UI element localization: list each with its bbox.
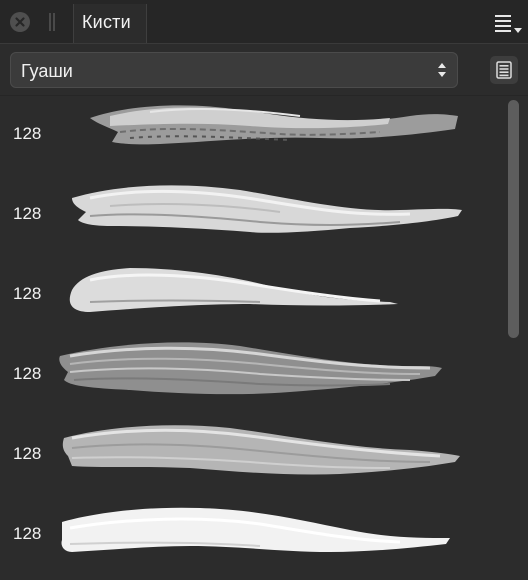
gouache-bristle-stroke-preview [59,342,443,395]
brush-item[interactable]: 128 [0,336,506,416]
brush-size-label: 128 [13,444,42,463]
brush-item[interactable]: 128 [0,416,506,496]
brush-size-label: 128 [13,364,42,383]
up-down-stepper-icon [437,61,447,79]
list-view-button[interactable] [490,56,518,84]
drag-handle-icon[interactable] [49,13,55,31]
brush-size-label: 128 [13,284,42,303]
scrollbar-thumb[interactable] [508,100,519,338]
brush-list: 128 128 128 128 128 128 [0,96,506,580]
brushes-panel: Кисти Гуаши 128 128 128 128 128 128 [0,0,528,580]
brush-size-label: 128 [13,204,42,223]
category-value: Гуаши [21,61,73,81]
brush-item[interactable]: 128 [0,96,506,176]
gouache-solid-white-stroke-preview [61,507,451,552]
close-icon[interactable] [10,12,30,32]
header-divider [0,43,528,44]
gouache-soft-bristle-stroke-preview [62,425,461,475]
gouache-dry-streaky-stroke-preview [90,105,458,145]
panel-header: Кисти [0,0,528,44]
brush-size-label: 128 [13,524,42,543]
brush-item[interactable]: 128 [0,496,506,576]
brush-item[interactable]: 128 [0,176,506,256]
list-view-icon [496,61,512,79]
gouache-wide-stroke-preview [72,185,462,233]
brush-item[interactable]: 128 [0,256,506,336]
brush-category-select[interactable]: Гуаши [10,52,458,88]
tab-label: Кисти [82,12,131,32]
vertical-scrollbar[interactable] [506,96,528,580]
tab-brushes[interactable]: Кисти [73,4,147,44]
brush-size-label: 128 [13,124,42,143]
hamburger-menu-icon[interactable] [493,13,525,35]
gouache-tapered-stroke-preview [69,268,398,312]
